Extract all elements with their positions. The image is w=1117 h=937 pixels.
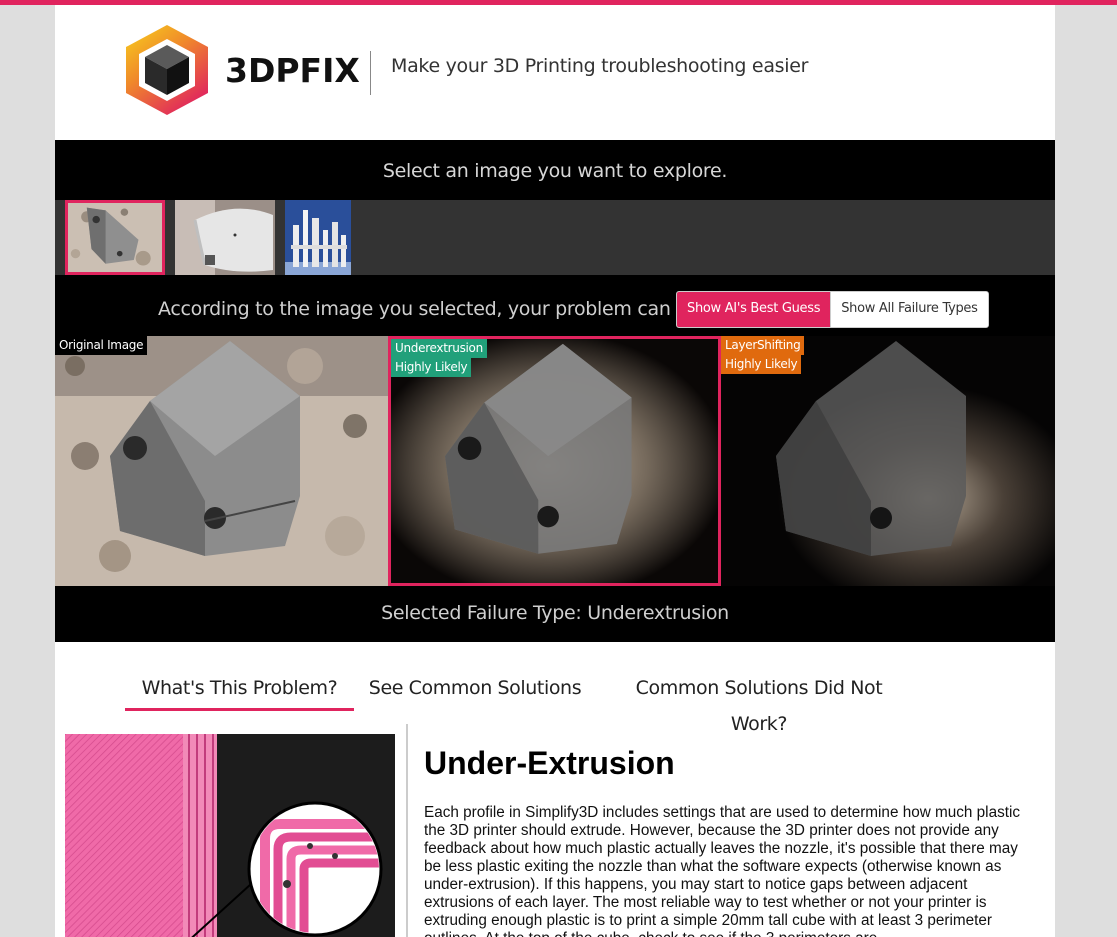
article-title: Under-Extrusion (424, 745, 675, 781)
thumbnail-2[interactable] (175, 200, 275, 275)
header-divider (370, 51, 371, 95)
site-header: 3DPFIX Make your 3D Printing troubleshoo… (55, 5, 1055, 140)
underextrusion-likelihood: Highly Likely (391, 358, 472, 377)
original-image-label: Original Image (55, 336, 148, 355)
logo-wordmark[interactable]: 3DPFIX (225, 49, 360, 93)
layershifting-label: LayerShifting (721, 336, 805, 355)
tagline: Make your 3D Printing troubleshooting ea… (391, 55, 809, 77)
thumbnail-strip (55, 200, 1055, 275)
layershifting-likelihood: Highly Likely (721, 355, 802, 374)
layershifting-panel[interactable]: LayerShifting Highly Likely (721, 336, 1055, 586)
tab-whats-this-problem[interactable]: What's This Problem? (125, 670, 354, 711)
view-toggle: Show AI's Best Guess Show All Failure Ty… (676, 291, 989, 328)
thumbnail-1[interactable] (65, 200, 165, 275)
show-best-guess-button[interactable]: Show AI's Best Guess (677, 292, 831, 327)
select-prompt: Select an image you want to explore. (382, 160, 728, 182)
original-image-panel[interactable]: Original Image (55, 336, 388, 586)
tab-solutions-did-not-work[interactable]: Common Solutions Did Not Work? (607, 670, 911, 735)
underextrusion-example-image (65, 734, 395, 937)
result-panels: Original Image Underextrusion Highly Lik… (55, 336, 1055, 586)
result-intro: According to the image you selected, you… (158, 298, 717, 320)
image-selector-section: Select an image you want to explore. Acc… (55, 140, 1055, 642)
underextrusion-panel[interactable]: Underextrusion Highly Likely (388, 336, 721, 586)
info-tabs: What's This Problem? See Common Solution… (55, 670, 1055, 735)
cube-logo-icon[interactable] (123, 23, 211, 117)
article-body: Each profile in Simplify3D includes sett… (424, 804, 1021, 937)
selected-failure-type: Selected Failure Type: Underextrusion (381, 602, 729, 624)
original-photo (55, 336, 388, 586)
content-divider (406, 724, 408, 937)
show-all-types-button[interactable]: Show All Failure Types (830, 292, 988, 327)
tab-common-solutions[interactable]: See Common Solutions (365, 670, 585, 708)
thumbnail-3[interactable] (285, 200, 351, 275)
page: 3DPFIX Make your 3D Printing troubleshoo… (55, 5, 1055, 937)
underextrusion-label: Underextrusion (391, 339, 487, 358)
